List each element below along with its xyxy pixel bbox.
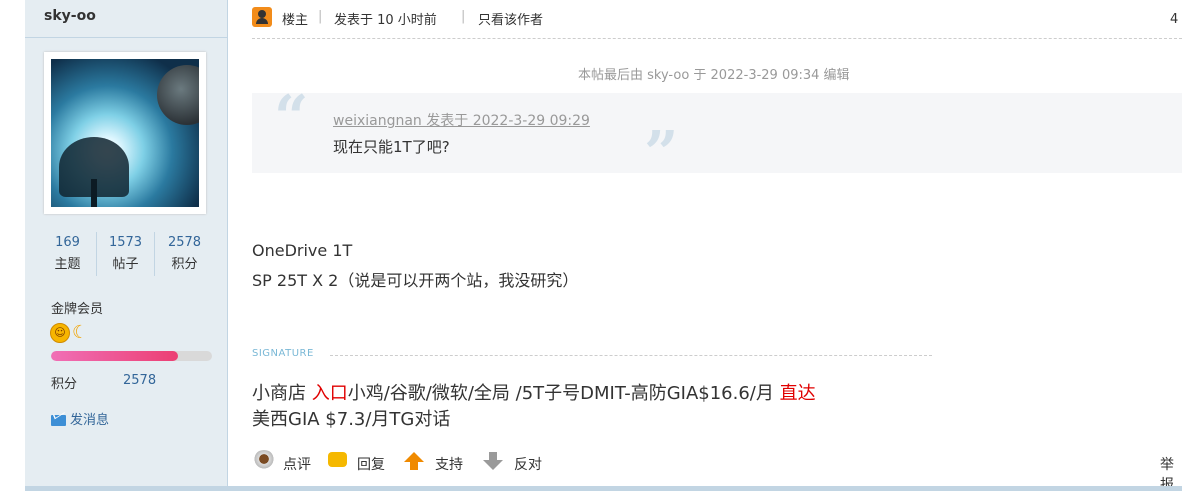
smile-medal-icon: ☺ [50, 323, 70, 343]
signature-text: 小鸡/谷歌/微软/全局 /5T子号DMIT-高防GIA$16.6/月 [347, 383, 780, 404]
stat-threads[interactable]: 169 主题 [40, 232, 95, 276]
signature-line-2[interactable]: 美西GIA $7.3/月TG对话 [252, 405, 450, 431]
post-body-line: OneDrive 1T [252, 241, 353, 260]
close-quote-icon: ” [644, 119, 679, 189]
thread-owner-icon [252, 7, 272, 27]
post-header: 楼主 | 发表于 10 小时前 | 只看该作者 4 [252, 0, 1182, 38]
mail-icon [51, 415, 66, 426]
stat-posts-value: 1573 [108, 235, 143, 250]
signature-line-1: 小商店 入口小鸡/谷歌/微软/全局 /5T子号DMIT-高防GIA$16.6/月… [252, 379, 816, 405]
quote-author-link[interactable]: weixiangnan 发表于 2022-3-29 09:29 [333, 110, 590, 130]
stat-points-value: 2578 [167, 235, 202, 250]
oppose-arrow-icon[interactable] [483, 452, 503, 470]
page-gutter [0, 0, 25, 503]
send-message-label: 发消息 [70, 413, 110, 428]
stat-points-label: 积分 [171, 257, 198, 272]
comment-button[interactable]: 点评 [283, 454, 311, 474]
oppose-button[interactable]: 反对 [514, 454, 542, 474]
stat-threads-label: 主题 [54, 257, 81, 272]
signature-divider [330, 355, 932, 356]
header-separator: | [318, 9, 323, 24]
stat-posts-label: 帖子 [112, 257, 139, 272]
comment-icon[interactable] [253, 450, 275, 470]
quote-block: “ weixiangnan 发表于 2022-3-29 09:29 现在只能1T… [252, 83, 1182, 189]
support-button[interactable]: 支持 [435, 454, 463, 474]
only-author-link[interactable]: 只看该作者 [478, 9, 543, 28]
shop-entry-link[interactable]: 入口 [312, 383, 348, 404]
quote-text: 现在只能1T了吧? [333, 138, 450, 156]
reply-button[interactable]: 回复 [357, 454, 385, 474]
floor-number[interactable]: 4 [1170, 12, 1178, 27]
points-label: 积分 [51, 377, 78, 392]
post-time: 发表于 10 小时前 [334, 13, 437, 28]
reply-icon[interactable] [328, 452, 347, 467]
moon-medal-icon: ☾ [72, 322, 89, 343]
edit-note: 本帖最后由 sky-oo 于 2022-3-29 09:34 编辑 [578, 68, 850, 83]
stat-posts[interactable]: 1573 帖子 [98, 232, 153, 276]
signature-label: SIGNATURE [252, 348, 314, 359]
header-divider [252, 38, 1182, 39]
direct-link[interactable]: 直达 [780, 383, 816, 404]
owner-label: 楼主 [282, 13, 309, 28]
author-username[interactable]: sky-oo [44, 8, 96, 24]
stat-divider [154, 232, 155, 276]
post-bottom-border [25, 486, 1182, 491]
header-separator: | [461, 9, 466, 24]
support-arrow-icon[interactable] [404, 452, 424, 470]
points-value: 2578 [123, 373, 157, 388]
sidebar-divider [25, 37, 227, 38]
stat-threads-value: 169 [55, 235, 80, 250]
user-group[interactable]: 金牌会员 [51, 298, 103, 317]
stat-points[interactable]: 2578 积分 [157, 232, 212, 276]
open-quote-icon: “ [274, 83, 309, 153]
points-row: 积分 2578 [51, 373, 201, 392]
author-stats: 169 主题 1573 帖子 2578 积分 [40, 232, 220, 277]
post-actions: 点评 回复 支持 反对 举报 [252, 450, 1182, 493]
medals: ☺ ☾ [50, 323, 88, 343]
post-body-line: SP 25T X 2（说是可以开两个站，我没研究） [252, 271, 579, 290]
signature-text: 小商店 [252, 383, 312, 404]
level-progress-bar [51, 351, 212, 361]
send-message-link[interactable]: 发消息 [51, 409, 109, 428]
avatar-image [51, 59, 199, 207]
level-progress-fill [51, 351, 179, 361]
stat-divider [96, 232, 97, 276]
avatar[interactable] [44, 52, 206, 214]
